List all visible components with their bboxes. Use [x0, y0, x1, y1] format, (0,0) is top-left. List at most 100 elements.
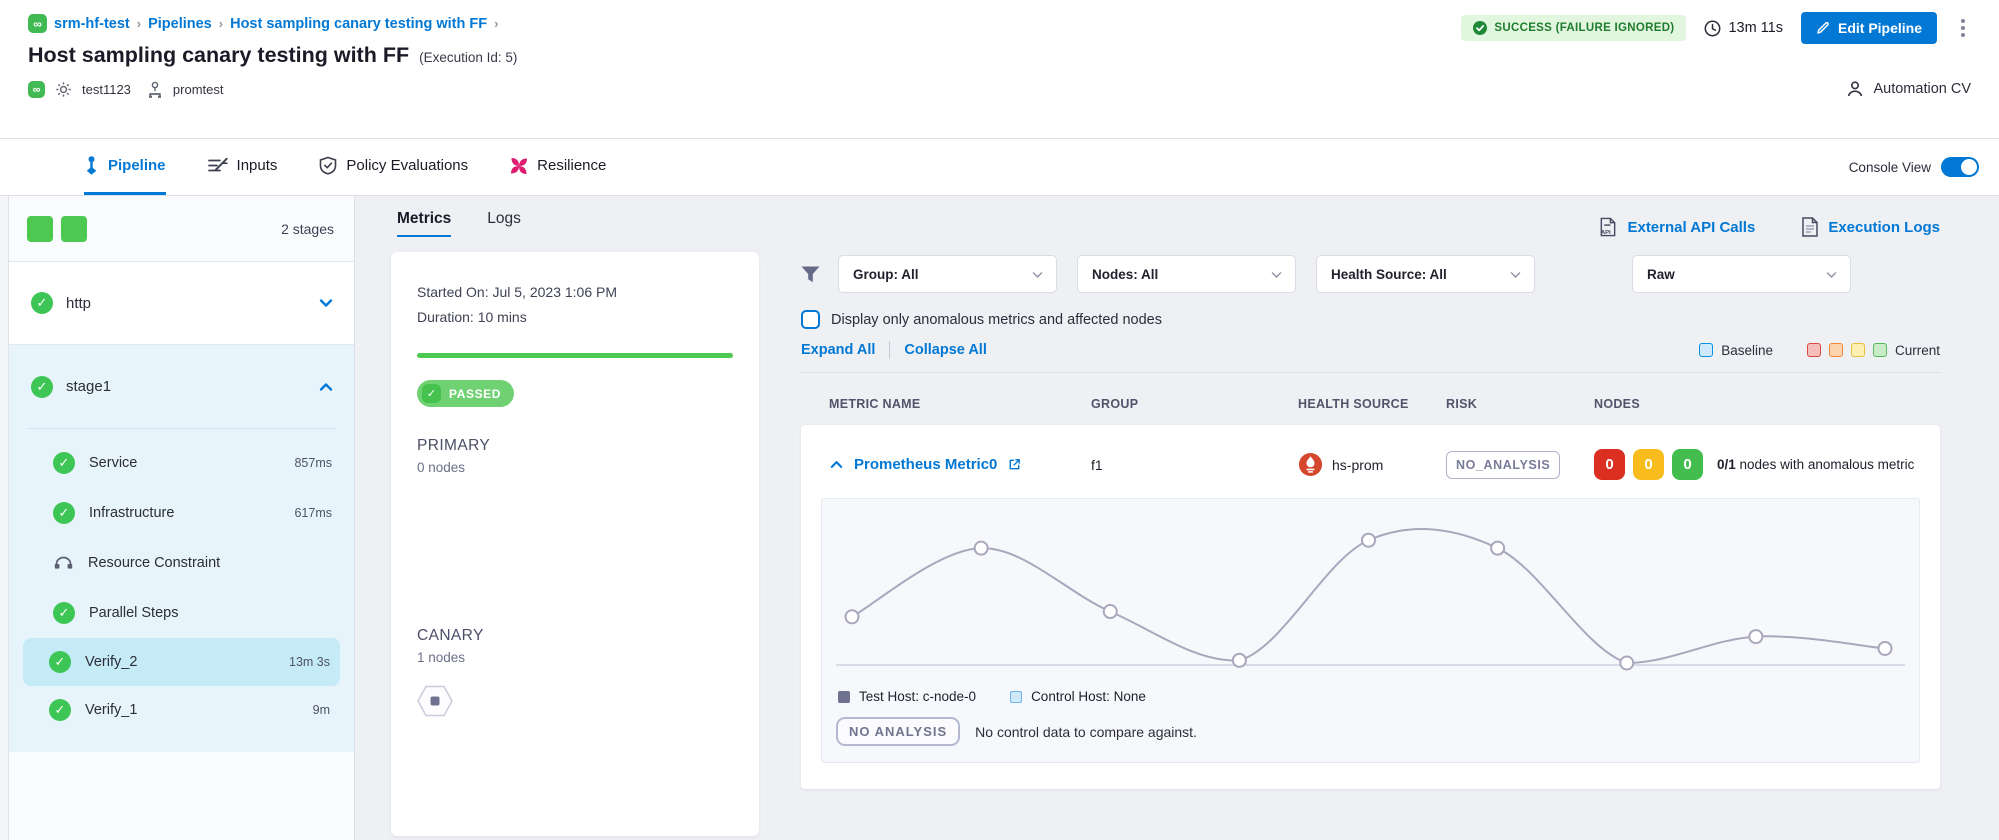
duration-chip: 13m 11s — [1704, 20, 1783, 37]
metric-row[interactable]: Prometheus Metric0 f1 hs-prom NO_ANALYSI… — [801, 445, 1940, 496]
canary-label: CANARY — [417, 627, 733, 645]
tab-metrics[interactable]: Metrics — [397, 210, 451, 237]
baseline-current-legend: Baseline Current — [1699, 343, 1940, 358]
user-name: Automation CV — [1873, 81, 1971, 97]
resilience-icon — [510, 157, 528, 175]
console-view-control: Console View — [1849, 139, 1979, 195]
edit-pipeline-button[interactable]: Edit Pipeline — [1801, 12, 1937, 44]
breadcrumb-pipelines-link[interactable]: Pipelines — [148, 16, 212, 32]
success-check-icon: ✓ — [31, 376, 53, 398]
stage-summary: 2 stages — [9, 196, 354, 262]
success-check-icon: ✓ — [49, 651, 71, 673]
chevron-down-icon[interactable] — [318, 295, 334, 311]
anomalous-count-badge: 0 — [1594, 449, 1625, 480]
step-infrastructure[interactable]: ✓ Infrastructure 617ms — [9, 488, 354, 538]
prometheus-icon — [1298, 452, 1323, 477]
anomalous-filter-row: Display only anomalous metrics and affec… — [801, 310, 1940, 329]
expand-collapse-row: Expand All Collapse All Baseline Current — [801, 341, 1940, 359]
filter-row: Group: All Nodes: All Health Source: All… — [801, 255, 1940, 293]
pencil-icon — [1816, 21, 1830, 35]
metrics-content: API External API Calls Execution Logs Gr… — [779, 196, 1999, 840]
expand-all-link[interactable]: Expand All — [801, 342, 875, 358]
collapse-row-chevron-icon[interactable] — [829, 457, 844, 472]
risk-badge: NO_ANALYSIS — [1446, 451, 1560, 479]
group-filter-dropdown[interactable]: Group: All — [838, 255, 1057, 293]
breadcrumb-project-link[interactable]: srm-hf-test — [54, 16, 130, 32]
view-mode-dropdown[interactable]: Raw — [1632, 255, 1851, 293]
main-tabbar: Pipeline Inputs Policy Evaluations Resil… — [0, 138, 1999, 196]
shield-check-icon — [319, 156, 337, 175]
nodes-filter-dropdown[interactable]: Nodes: All — [1077, 255, 1296, 293]
success-check-icon: ✓ — [49, 699, 71, 721]
step-parallel-steps[interactable]: ✓ Parallel Steps — [9, 588, 354, 638]
stage-square-icon — [61, 216, 87, 242]
clock-icon — [1704, 20, 1721, 37]
primary-node-count: 0 nodes — [417, 460, 733, 475]
header-right: SUCCESS (FAILURE IGNORED) 13m 11s Edit P… — [1461, 10, 1971, 138]
health-source-name: hs-prom — [1332, 457, 1383, 473]
svg-text:API: API — [1601, 230, 1611, 236]
tab-inputs[interactable]: Inputs — [208, 139, 278, 195]
filter-funnel-icon[interactable] — [801, 266, 820, 283]
current-red-swatch — [1807, 343, 1821, 357]
step-verify-1[interactable]: ✓ Verify_1 9m — [23, 686, 340, 734]
canary-node-count: 1 nodes — [417, 650, 733, 665]
stage-http[interactable]: ✓ http — [9, 262, 354, 345]
stage-stage1[interactable]: ✓ stage1 — [9, 345, 354, 428]
external-link-icon[interactable] — [1007, 457, 1022, 472]
metric-chart-panel: Test Host: c-node-0 Control Host: None N… — [821, 498, 1920, 763]
environment-name[interactable]: promtest — [173, 82, 224, 97]
canary-node-hexagon-icon[interactable] — [417, 685, 453, 717]
chart-legend: Test Host: c-node-0 Control Host: None — [836, 689, 1905, 704]
page: ∞ srm-hf-test › Pipelines › Host samplin… — [0, 0, 1999, 840]
tab-policy-evaluations[interactable]: Policy Evaluations — [319, 139, 468, 195]
success-check-icon: ✓ — [31, 292, 53, 314]
analysis-row: NO ANALYSIS No control data to compare a… — [836, 717, 1905, 746]
breadcrumb-pipeline-link[interactable]: Host sampling canary testing with FF — [230, 16, 487, 32]
primary-label: PRIMARY — [417, 437, 733, 455]
control-host-swatch — [1010, 691, 1022, 703]
step-duration: 857ms — [294, 456, 332, 470]
environment-icon — [147, 81, 163, 98]
verify-step-panel: Metrics Logs Started On: Jul 5, 2023 1:0… — [355, 196, 779, 840]
tab-resilience[interactable]: Resilience — [510, 139, 606, 195]
collapse-all-link[interactable]: Collapse All — [904, 342, 986, 358]
test-host-legend: Test Host: c-node-0 — [838, 689, 976, 704]
current-green-swatch — [1873, 343, 1887, 357]
anomalous-checkbox[interactable] — [801, 310, 820, 329]
more-options-menu[interactable] — [1955, 15, 1971, 41]
step-resource-constraint[interactable]: Resource Constraint — [9, 538, 354, 588]
anomalous-checkbox-label: Display only anomalous metrics and affec… — [831, 312, 1162, 328]
step-duration: 617ms — [294, 506, 332, 520]
tab-pipeline[interactable]: Pipeline — [84, 139, 166, 195]
current-orange-swatch — [1829, 343, 1843, 357]
step-verify-2[interactable]: ✓ Verify_2 13m 3s — [23, 638, 340, 686]
baseline-swatch — [1699, 343, 1713, 357]
started-on: Started On: Jul 5, 2023 1:06 PM — [417, 280, 733, 305]
meta-row: ∞ test1123 promtest — [28, 81, 517, 98]
health-source-filter-dropdown[interactable]: Health Source: All — [1316, 255, 1535, 293]
tab-logs[interactable]: Logs — [487, 210, 521, 237]
harness-logo-icon: ∞ — [28, 14, 47, 33]
chevron-up-icon[interactable] — [318, 379, 334, 395]
service-name[interactable]: test1123 — [82, 82, 131, 97]
console-view-toggle[interactable] — [1941, 157, 1979, 177]
collapsed-nav-strip — [0, 196, 9, 840]
stage-count: 2 stages — [281, 221, 334, 237]
metric-name-link[interactable]: Prometheus Metric0 — [854, 456, 997, 473]
metric-card: Prometheus Metric0 f1 hs-prom NO_ANALYSI… — [801, 425, 1940, 789]
chevron-down-icon — [1825, 268, 1838, 281]
verification-summary-card: Started On: Jul 5, 2023 1:06 PM Duration… — [391, 252, 759, 836]
check-icon: ✓ — [422, 384, 441, 403]
external-api-calls-link[interactable]: API External API Calls — [1598, 216, 1755, 238]
stage1-steps: ✓ Service 857ms ✓ Infrastructure 617ms R… — [9, 428, 354, 752]
log-links-row: API External API Calls Execution Logs — [801, 212, 1940, 242]
control-host-legend: Control Host: None — [1010, 689, 1146, 704]
chevron-right-icon: › — [137, 16, 141, 31]
breadcrumb: ∞ srm-hf-test › Pipelines › Host samplin… — [28, 14, 517, 33]
step-duration: 13m 3s — [289, 655, 330, 669]
execution-logs-link[interactable]: Execution Logs — [1801, 216, 1940, 238]
step-service[interactable]: ✓ Service 857ms — [9, 438, 354, 488]
metric-chart[interactable] — [836, 515, 1905, 683]
header-left: ∞ srm-hf-test › Pipelines › Host samplin… — [28, 10, 517, 138]
